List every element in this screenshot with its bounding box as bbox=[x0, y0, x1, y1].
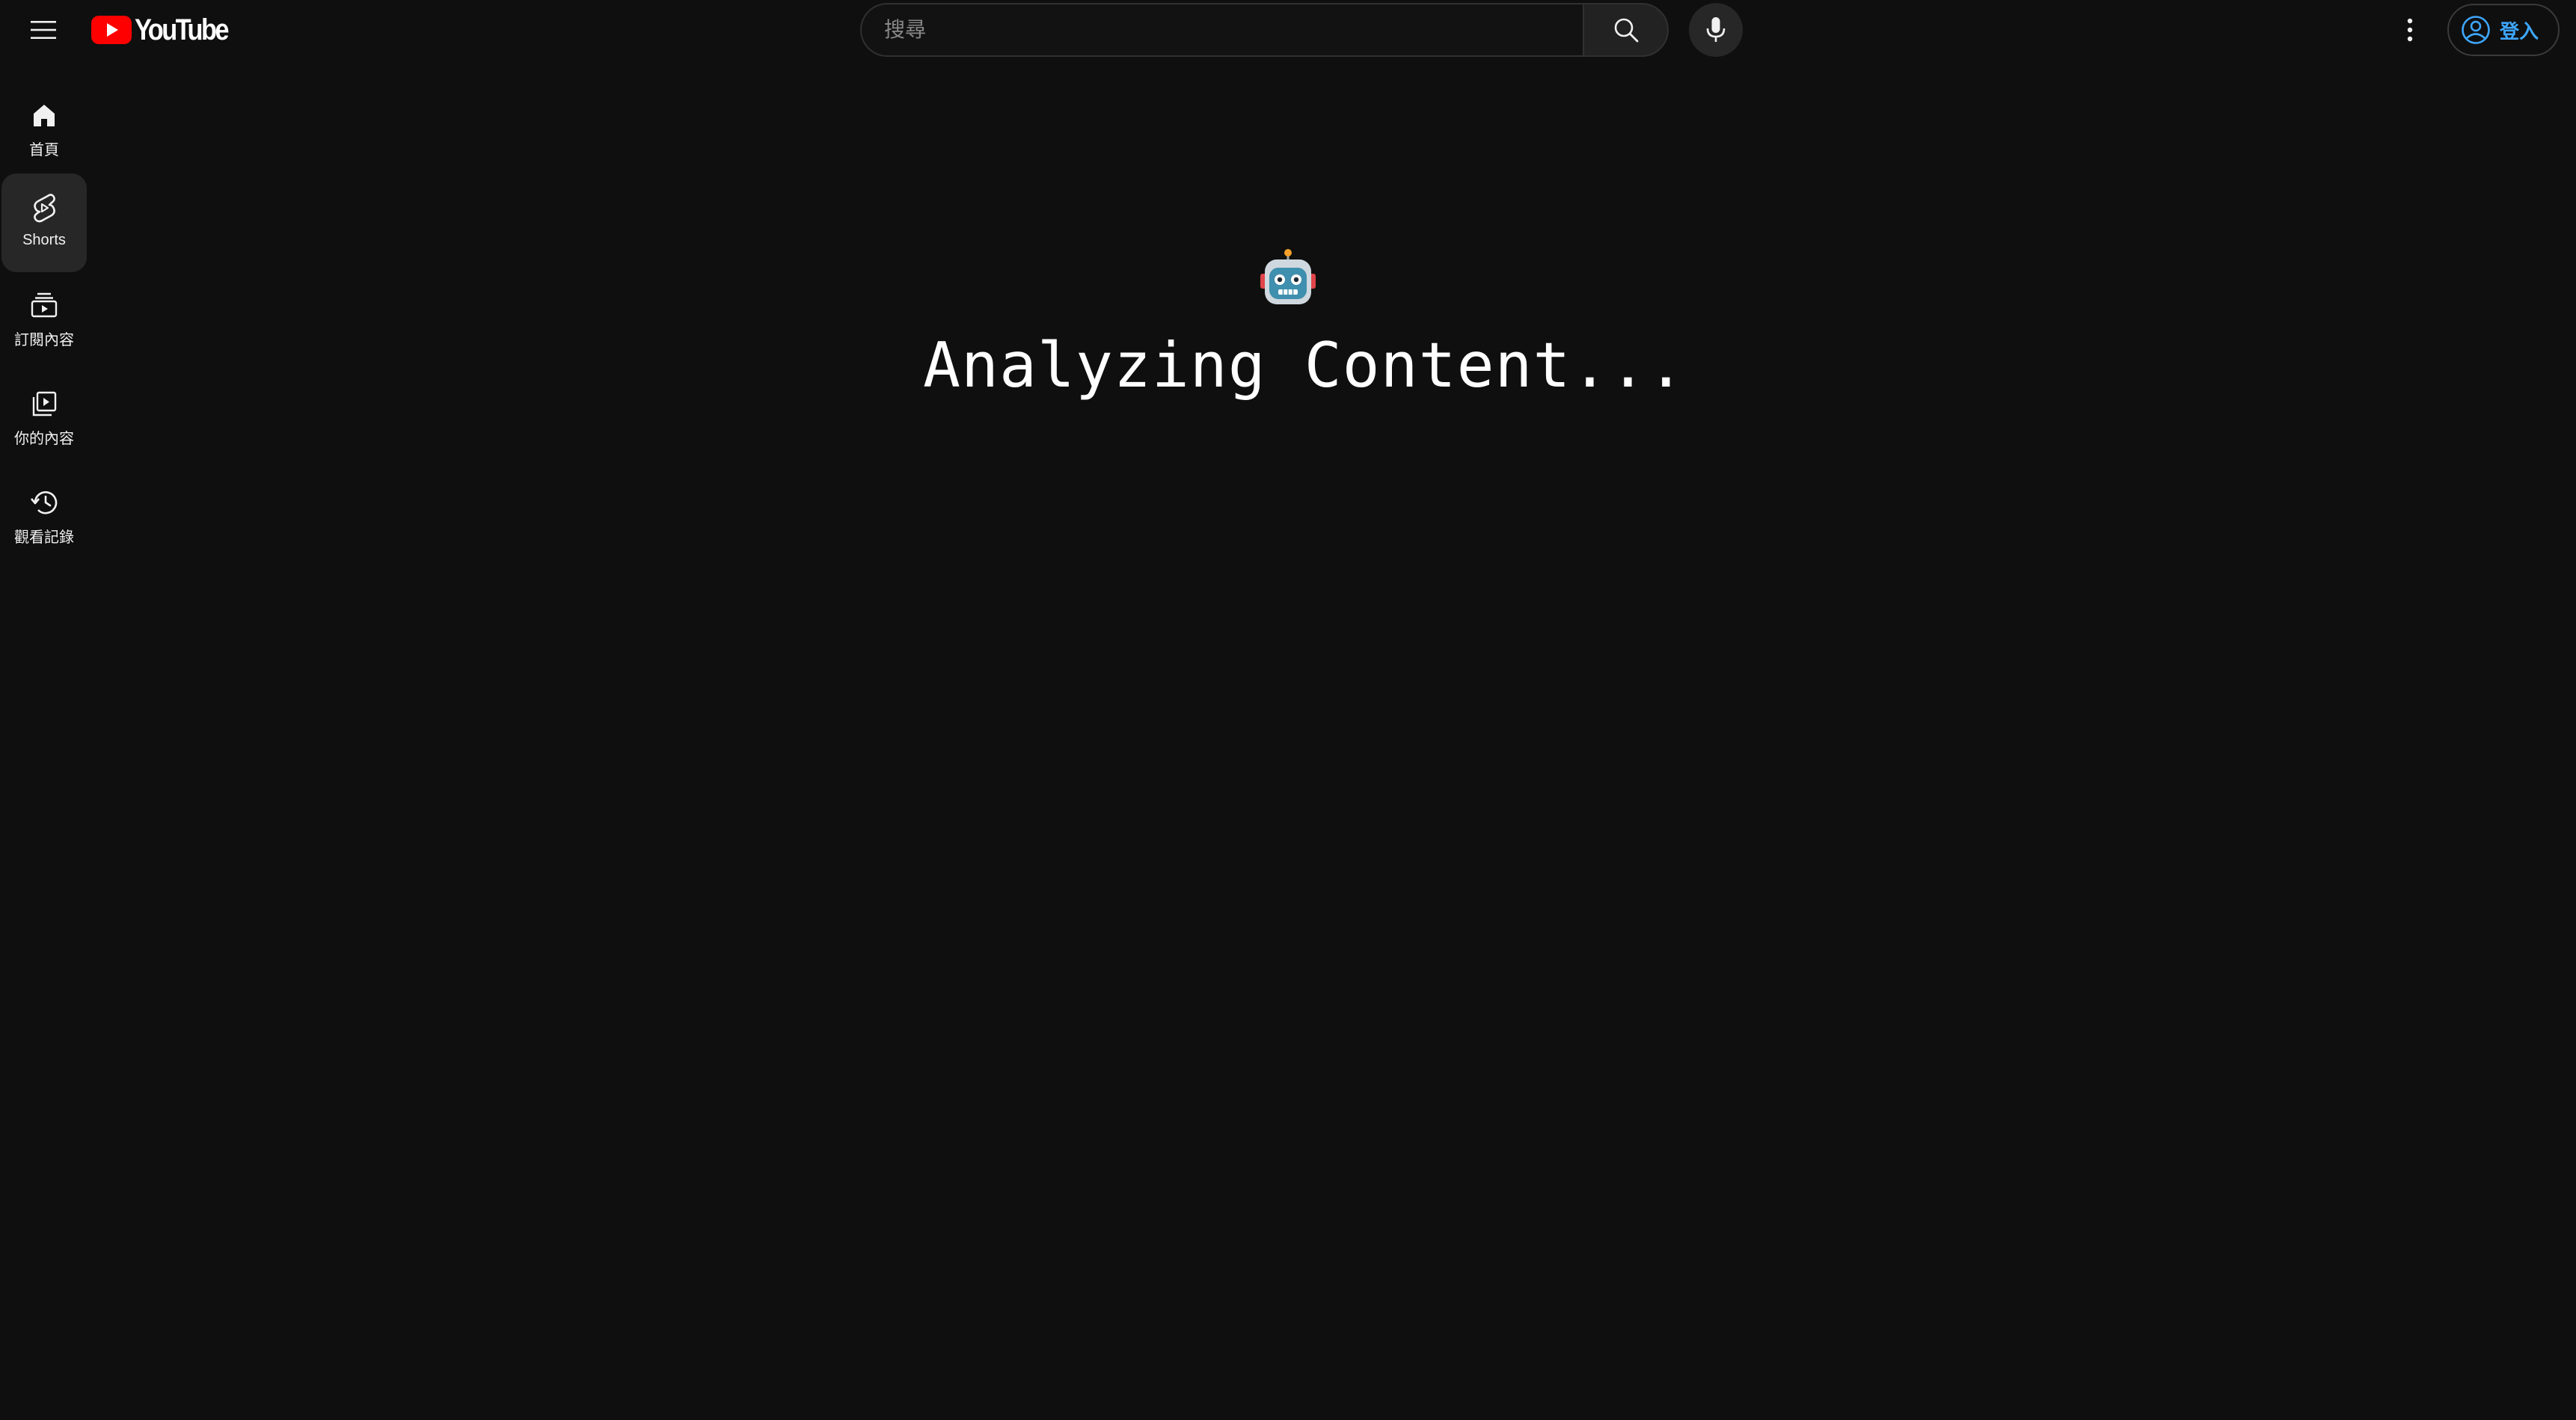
logo-wordmark: YouTube bbox=[135, 13, 230, 46]
account-circle-icon bbox=[2462, 16, 2490, 44]
your-content-icon bbox=[32, 391, 57, 417]
sign-in-button[interactable]: 登入 bbox=[2447, 4, 2560, 56]
sidebar-item-label: 訂閱內容 bbox=[14, 332, 74, 348]
settings-more-button[interactable] bbox=[2386, 6, 2434, 54]
search-input[interactable] bbox=[860, 3, 1583, 57]
hamburger-menu-icon bbox=[31, 21, 56, 39]
vertical-dots-icon bbox=[2407, 18, 2413, 42]
search-button[interactable] bbox=[1583, 3, 1669, 57]
shorts-icon bbox=[34, 194, 55, 223]
history-icon bbox=[31, 491, 58, 514]
subscriptions-icon bbox=[31, 292, 58, 318]
analyzing-status-text: Analyzing Content... bbox=[923, 329, 1686, 402]
search-icon bbox=[1614, 18, 1638, 43]
sidebar-item-home[interactable]: 首頁 bbox=[1, 82, 87, 181]
sidebar-item-shorts[interactable]: Shorts bbox=[1, 173, 87, 272]
youtube-logo[interactable]: YouTube bbox=[91, 13, 242, 46]
voice-search-button[interactable] bbox=[1689, 3, 1743, 57]
sidebar-item-label: 你的內容 bbox=[14, 431, 74, 447]
sidebar-item-label: 首頁 bbox=[29, 142, 59, 159]
sidebar-item-label: Shorts bbox=[22, 232, 66, 248]
sidebar-item-subscriptions[interactable]: 訂閱內容 bbox=[1, 272, 87, 371]
sidebar-item-your-content[interactable]: 你的內容 bbox=[1, 371, 87, 470]
masthead: YouTube 登入 bbox=[0, 0, 2576, 60]
sidebar-item-label: 觀看記錄 bbox=[14, 529, 74, 546]
guide-menu-button[interactable] bbox=[19, 7, 67, 52]
sidebar-item-history[interactable]: 觀看記錄 bbox=[1, 470, 87, 568]
search-box bbox=[860, 3, 1669, 57]
youtube-play-logo-icon bbox=[91, 16, 132, 44]
robot-icon bbox=[1260, 249, 1316, 304]
microphone-icon bbox=[1706, 17, 1726, 42]
sign-in-label: 登入 bbox=[2500, 19, 2539, 43]
home-icon bbox=[34, 105, 55, 126]
